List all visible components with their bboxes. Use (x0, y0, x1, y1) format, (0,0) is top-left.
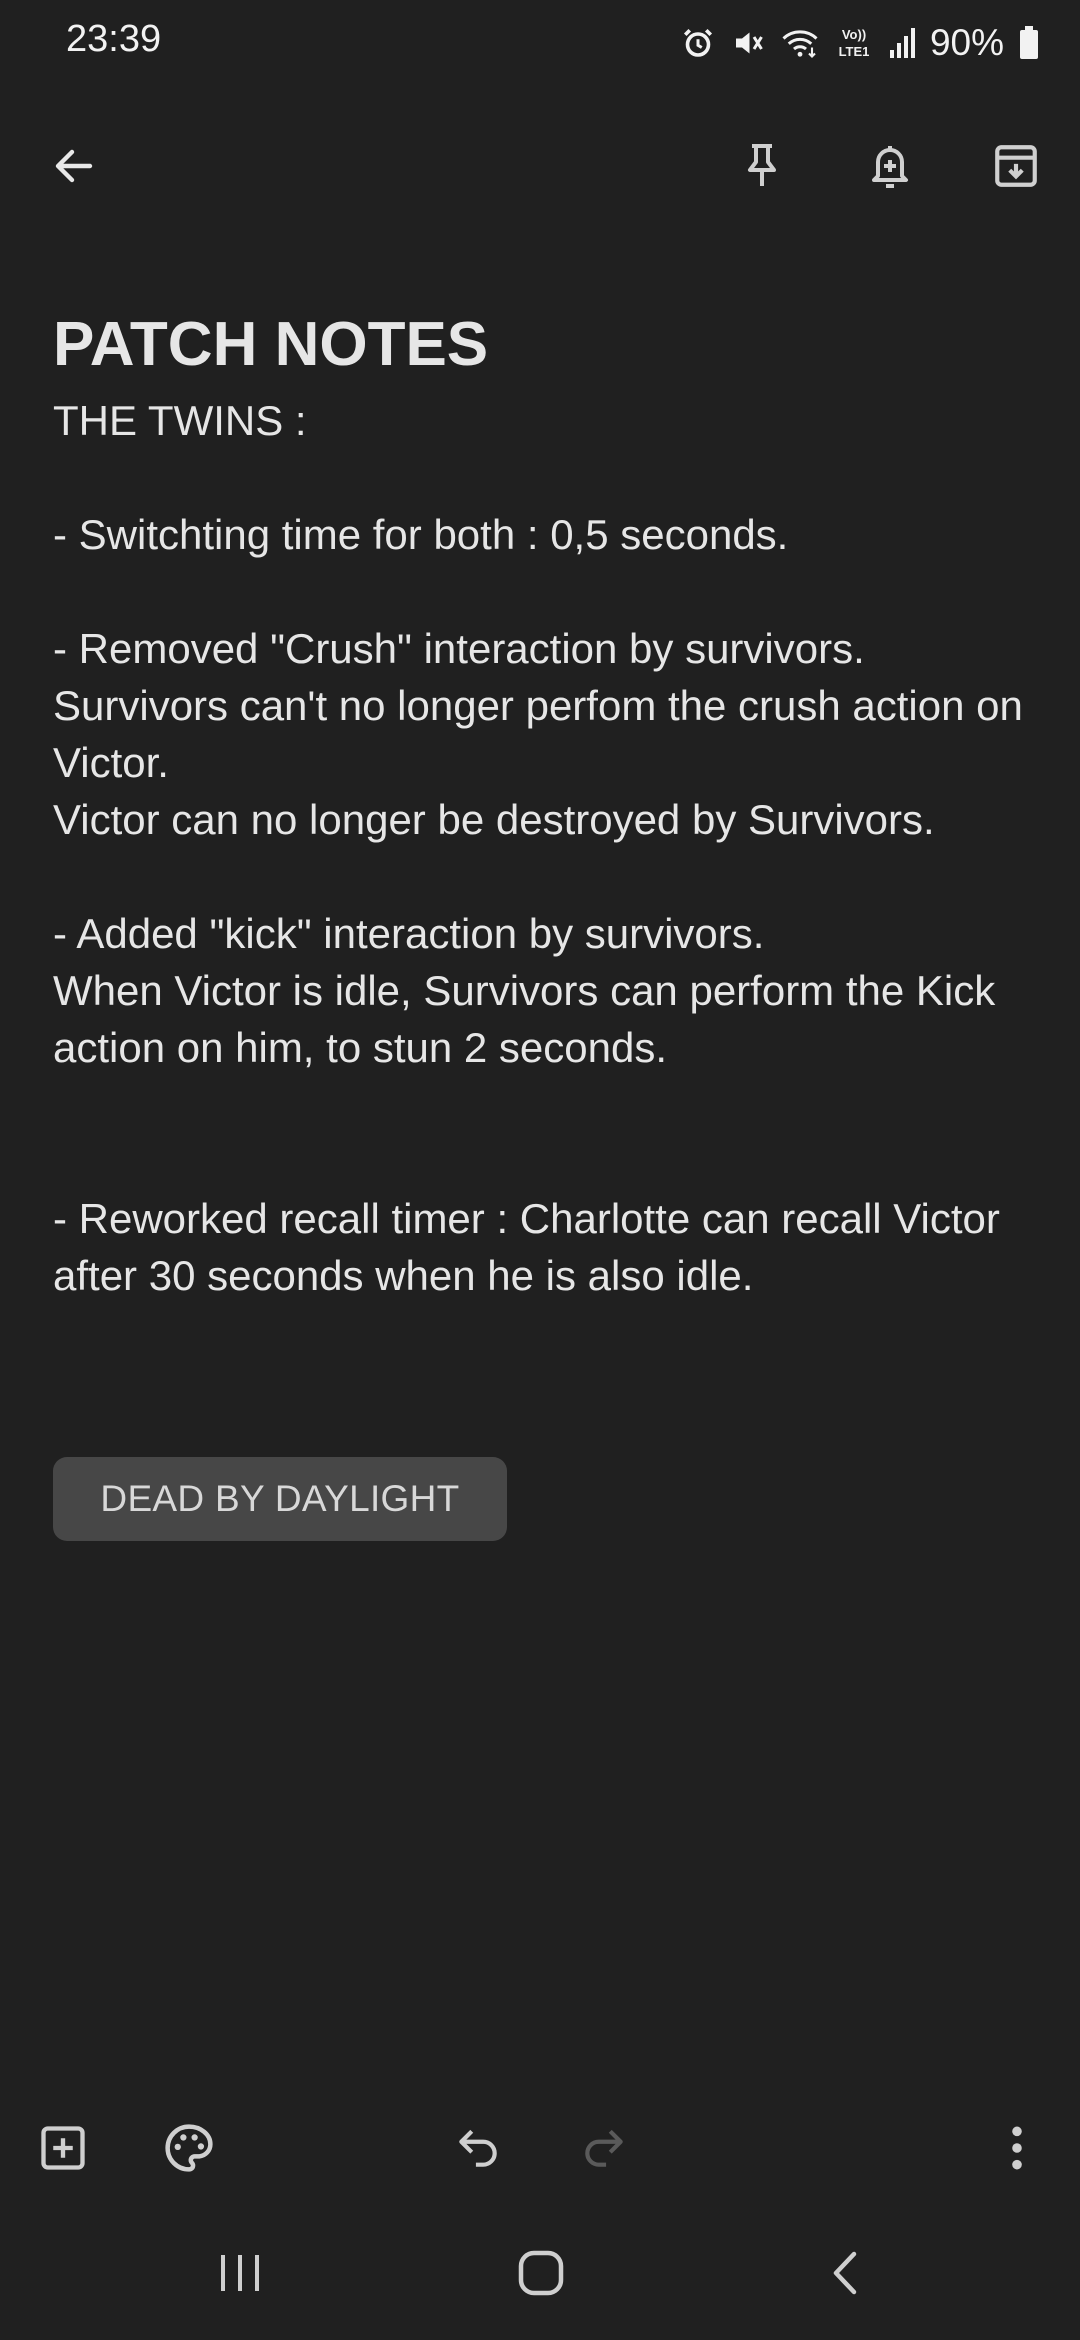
redo-icon (579, 2123, 629, 2178)
status-icons: Vo)) LTE1 90% (680, 20, 1040, 66)
home-icon (516, 2248, 566, 2303)
system-nav-bar (0, 2220, 1080, 2330)
redo-button[interactable] (556, 2102, 652, 2198)
note-body[interactable]: THE TWINS : - Switchting time for both :… (53, 392, 1033, 1304)
label-chip-text: DEAD BY DAYLIGHT (100, 1478, 460, 1519)
recents-button[interactable] (185, 2230, 295, 2320)
add-box-icon (37, 2122, 89, 2179)
undo-button[interactable] (430, 2102, 526, 2198)
volte-icon: Vo)) LTE1 (834, 23, 874, 63)
alarm-icon (680, 25, 716, 61)
back-arrow-icon (50, 142, 98, 195)
label-chip[interactable]: DEAD BY DAYLIGHT (53, 1457, 507, 1541)
more-options-button[interactable] (969, 2102, 1065, 2198)
note-title[interactable]: PATCH NOTES (53, 300, 1033, 390)
signal-icon (888, 26, 916, 60)
reminder-button[interactable] (842, 120, 938, 216)
battery-icon (1018, 25, 1040, 61)
note-toolbar (0, 120, 1080, 220)
archive-button[interactable] (968, 120, 1064, 216)
undo-icon (453, 2123, 503, 2178)
editor-bottom-bar (0, 2100, 1080, 2200)
mute-icon (730, 25, 766, 61)
palette-icon (162, 2121, 216, 2180)
status-time: 23:39 (66, 18, 162, 60)
pin-icon (738, 140, 786, 197)
svg-text:Vo)): Vo)) (842, 27, 866, 42)
wifi-icon (780, 25, 820, 61)
battery-percentage: 90% (929, 22, 1004, 63)
status-bar: 23:39 Vo)) LTE1 90% (0, 0, 1080, 86)
more-vert-icon (1007, 2123, 1027, 2178)
note-content: PATCH NOTES THE TWINS : - Switchting tim… (53, 300, 1033, 1304)
reminder-bell-icon (865, 140, 915, 197)
back-nav-button[interactable] (790, 2230, 900, 2320)
back-icon (828, 2248, 862, 2303)
color-button[interactable] (141, 2102, 237, 2198)
archive-icon (991, 141, 1041, 196)
pin-button[interactable] (714, 120, 810, 216)
recents-icon (217, 2251, 263, 2300)
svg-text:LTE1: LTE1 (839, 44, 870, 59)
home-button[interactable] (486, 2230, 596, 2320)
back-button[interactable] (26, 120, 122, 216)
add-content-button[interactable] (15, 2102, 111, 2198)
